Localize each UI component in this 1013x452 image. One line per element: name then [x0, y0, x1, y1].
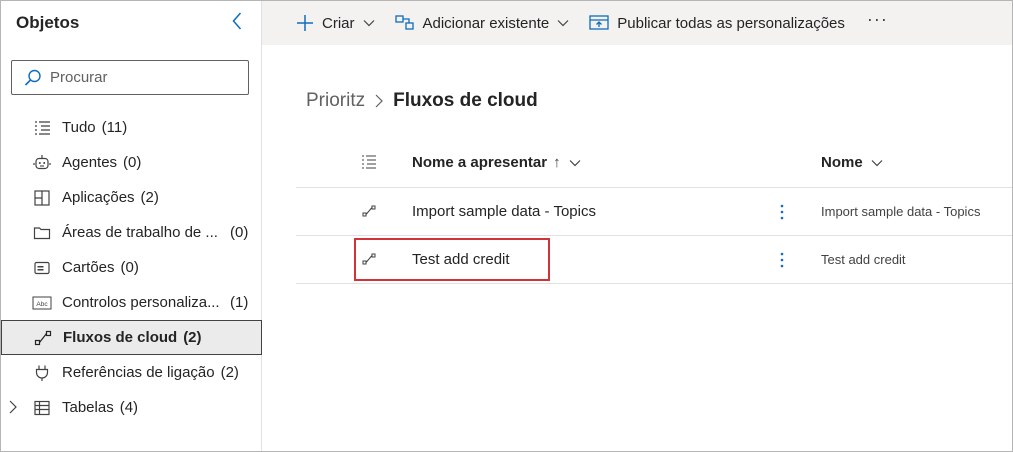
card-icon	[32, 258, 52, 278]
chevron-down-icon	[557, 19, 569, 27]
search-box[interactable]	[11, 60, 249, 95]
chevron-left-icon	[232, 12, 242, 30]
plus-icon	[296, 14, 314, 32]
column-label: Nome	[821, 154, 863, 171]
collapse-sidebar-button[interactable]	[227, 9, 247, 33]
sidebar-item-label: Agentes	[62, 154, 118, 171]
column-label: Nome a apresentar	[412, 154, 548, 171]
sidebar-item-count: (0)	[123, 154, 142, 171]
more-vertical-icon[interactable]	[778, 200, 786, 224]
table-header: Nome a apresentar ↑ Nome	[296, 140, 1012, 188]
sidebar-item-agents[interactable]: Agentes (0)	[1, 145, 262, 180]
publish-all-button[interactable]: Publicar todas as personalizações	[589, 14, 845, 32]
sidebar-item-label: Referências de ligação	[62, 364, 215, 381]
table-row[interactable]: Test add credit Test add credit	[296, 236, 1012, 284]
sidebar-item-cloud-flows[interactable]: Fluxos de cloud (2)	[1, 320, 262, 355]
svg-text:Abc: Abc	[36, 301, 48, 308]
breadcrumb: Prioritz Fluxos de cloud	[306, 90, 538, 112]
sidebar-item-count: (0)	[230, 224, 249, 241]
apps-icon	[32, 188, 52, 208]
flow-icon	[362, 252, 376, 271]
create-button[interactable]: Criar	[296, 14, 375, 32]
publish-icon	[589, 14, 609, 32]
publish-label: Publicar todas as personalizações	[617, 14, 845, 32]
sidebar-item-count: (2)	[183, 329, 202, 346]
row-name: Test add credit	[821, 252, 906, 267]
chevron-down-icon	[871, 159, 883, 167]
sidebar-item-label: Tabelas	[62, 399, 114, 416]
table-icon	[32, 398, 52, 418]
command-bar: Criar Adicionar existente Publicar todas…	[262, 1, 1012, 45]
chevron-right-icon	[375, 94, 383, 108]
sort-ascending-icon: ↑	[553, 154, 561, 171]
sidebar-item-tables[interactable]: Tabelas (4)	[1, 390, 262, 425]
abc-control-icon: Abc	[32, 293, 52, 313]
more-commands-button[interactable]: ···	[867, 9, 888, 30]
more-vertical-icon[interactable]	[778, 248, 786, 272]
chevron-down-icon	[569, 159, 581, 167]
flow-icon	[33, 328, 53, 348]
column-header-display-name[interactable]: Nome a apresentar ↑	[412, 154, 581, 171]
objects-sidebar: Objetos Tudo (11) Agentes (0) Aplicações	[1, 1, 262, 451]
page-title: Fluxos de cloud	[393, 90, 538, 111]
sidebar-item-count: (0)	[120, 259, 139, 276]
add-existing-icon	[394, 14, 415, 32]
sidebar-item-label: Áreas de trabalho de ...	[62, 224, 218, 241]
add-existing-button[interactable]: Adicionar existente	[394, 14, 570, 32]
row-display-name[interactable]: Test add credit	[412, 251, 510, 268]
column-header-name[interactable]: Nome	[821, 154, 883, 171]
add-existing-label: Adicionar existente	[422, 14, 550, 32]
create-label: Criar	[322, 14, 355, 32]
sidebar-item-label: Tudo	[62, 119, 96, 136]
search-input[interactable]	[50, 69, 240, 86]
search-icon	[24, 69, 41, 86]
sidebar-item-label: Cartões	[62, 259, 115, 276]
breadcrumb-parent[interactable]: Prioritz	[306, 90, 365, 112]
sidebar-nav: Tudo (11) Agentes (0) Aplicações (2) Áre…	[1, 110, 262, 425]
sidebar-item-count: (4)	[119, 399, 139, 416]
sidebar-item-count: (2)	[140, 189, 159, 206]
sidebar-item-count: (2)	[220, 364, 239, 381]
sidebar-item-count: (11)	[101, 119, 128, 136]
flows-table: Nome a apresentar ↑ Nome Import sample d…	[296, 140, 1012, 284]
column-options-icon[interactable]	[361, 154, 377, 174]
plug-icon	[32, 363, 52, 383]
sidebar-item-cards[interactable]: Cartões (0)	[1, 250, 262, 285]
sidebar-item-connection-references[interactable]: Referências de ligação (2)	[1, 355, 262, 390]
chevron-down-icon	[363, 19, 375, 27]
sidebar-title: Objetos	[16, 13, 80, 32]
flow-icon	[362, 204, 376, 223]
sidebar-item-label: Controlos personaliza...	[62, 294, 220, 311]
sidebar-item-label: Aplicações	[62, 189, 135, 206]
row-name: Import sample data - Topics	[821, 204, 981, 219]
sidebar-item-all[interactable]: Tudo (11)	[1, 110, 262, 145]
sidebar-item-apps[interactable]: Aplicações (2)	[1, 180, 262, 215]
row-display-name[interactable]: Import sample data - Topics	[412, 203, 596, 220]
folder-icon	[32, 223, 52, 243]
sidebar-item-label: Fluxos de cloud	[63, 329, 178, 346]
sidebar-item-count: (1)	[230, 294, 249, 311]
agent-icon	[32, 153, 52, 173]
sidebar-item-workspaces[interactable]: Áreas de trabalho de ... (0)	[1, 215, 262, 250]
chevron-right-icon[interactable]	[9, 400, 17, 418]
list-icon	[32, 118, 52, 138]
sidebar-item-custom-controls[interactable]: Abc Controlos personaliza... (1)	[1, 285, 262, 320]
table-row[interactable]: Import sample data - Topics Import sampl…	[296, 188, 1012, 236]
